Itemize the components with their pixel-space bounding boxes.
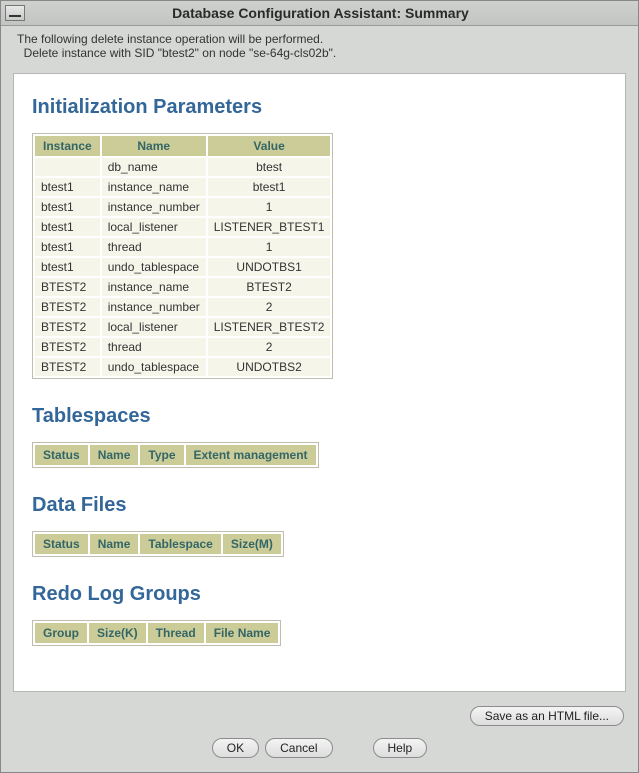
table-row: BTEST2local_listenerLISTENER_BTEST2	[35, 318, 330, 336]
window-frame: Database Configuration Assistant: Summar…	[0, 0, 639, 773]
table-row: BTEST2undo_tablespaceUNDOTBS2	[35, 358, 330, 376]
cell-instance: BTEST2	[35, 278, 100, 296]
table-row: BTEST2instance_number2	[35, 298, 330, 316]
intro-line-1: The following delete instance operation …	[17, 32, 626, 46]
cell-value: BTEST2	[208, 278, 331, 296]
cell-name: thread	[102, 338, 206, 356]
ok-button[interactable]: OK	[212, 738, 259, 758]
content-panel: Initialization Parameters Instance Name …	[13, 73, 626, 692]
titlebar: Database Configuration Assistant: Summar…	[1, 1, 638, 26]
col-header-instance: Instance	[35, 136, 100, 156]
cell-instance: BTEST2	[35, 298, 100, 316]
table-row: btest1instance_namebtest1	[35, 178, 330, 196]
cell-instance: BTEST2	[35, 358, 100, 376]
cell-instance: btest1	[35, 258, 100, 276]
cell-name: undo_tablespace	[102, 258, 206, 276]
dialog-buttons: OK Cancel Help	[1, 738, 638, 758]
help-button[interactable]: Help	[373, 738, 428, 758]
cell-value: btest	[208, 158, 331, 176]
col-header: Size(K)	[89, 623, 146, 643]
cell-name: instance_name	[102, 178, 206, 196]
table-row: BTEST2instance_nameBTEST2	[35, 278, 330, 296]
intro-line-2: Delete instance with SID "btest2" on nod…	[17, 46, 626, 60]
cell-name: instance_number	[102, 298, 206, 316]
table-row: btest1undo_tablespaceUNDOTBS1	[35, 258, 330, 276]
table-row: btest1local_listenerLISTENER_BTEST1	[35, 218, 330, 236]
cell-value: UNDOTBS2	[208, 358, 331, 376]
table-init-params: Instance Name Value db_namebtestbtest1in…	[32, 133, 333, 379]
cell-value: LISTENER_BTEST2	[208, 318, 331, 336]
cancel-button[interactable]: Cancel	[265, 738, 332, 758]
cell-name: thread	[102, 238, 206, 256]
col-header: File Name	[206, 623, 279, 643]
table-redolog: Group Size(K) Thread File Name	[32, 620, 281, 646]
table-tablespaces: Status Name Type Extent management	[32, 442, 319, 468]
cell-value: UNDOTBS1	[208, 258, 331, 276]
col-header: Status	[35, 534, 88, 554]
col-header-value: Value	[208, 136, 331, 156]
cell-name: undo_tablespace	[102, 358, 206, 376]
cell-name: local_listener	[102, 218, 206, 236]
heading-redolog: Redo Log Groups	[32, 583, 607, 606]
cell-instance: btest1	[35, 218, 100, 236]
heading-tablespaces: Tablespaces	[32, 405, 607, 428]
col-header: Type	[140, 445, 183, 465]
cell-name: local_listener	[102, 318, 206, 336]
cell-value: 1	[208, 238, 331, 256]
table-row: btest1thread1	[35, 238, 330, 256]
col-header: Tablespace	[140, 534, 220, 554]
col-header: Group	[35, 623, 87, 643]
cell-name: db_name	[102, 158, 206, 176]
cell-name: instance_number	[102, 198, 206, 216]
table-row: BTEST2thread2	[35, 338, 330, 356]
cell-value: 2	[208, 298, 331, 316]
intro-text: The following delete instance operation …	[1, 26, 638, 64]
cell-instance: BTEST2	[35, 338, 100, 356]
cell-instance: btest1	[35, 198, 100, 216]
col-header-name: Name	[102, 136, 206, 156]
table-row: btest1instance_number1	[35, 198, 330, 216]
col-header: Thread	[148, 623, 204, 643]
cell-instance: BTEST2	[35, 318, 100, 336]
table-row: db_namebtest	[35, 158, 330, 176]
col-header: Name	[90, 445, 139, 465]
col-header: Status	[35, 445, 88, 465]
table-datafiles: Status Name Tablespace Size(M)	[32, 531, 284, 557]
heading-datafiles: Data Files	[32, 494, 607, 517]
col-header: Extent management	[186, 445, 316, 465]
heading-init-params: Initialization Parameters	[32, 96, 607, 119]
cell-instance: btest1	[35, 238, 100, 256]
cell-instance: btest1	[35, 178, 100, 196]
cell-instance	[35, 158, 100, 176]
cell-value: 2	[208, 338, 331, 356]
cell-name: instance_name	[102, 278, 206, 296]
col-header: Name	[90, 534, 139, 554]
window-title: Database Configuration Assistant: Summar…	[25, 5, 638, 21]
col-header: Size(M)	[223, 534, 281, 554]
save-html-button[interactable]: Save as an HTML file...	[470, 706, 624, 726]
cell-value: LISTENER_BTEST1	[208, 218, 331, 236]
minimize-icon[interactable]	[5, 5, 25, 21]
cell-value: btest1	[208, 178, 331, 196]
cell-value: 1	[208, 198, 331, 216]
